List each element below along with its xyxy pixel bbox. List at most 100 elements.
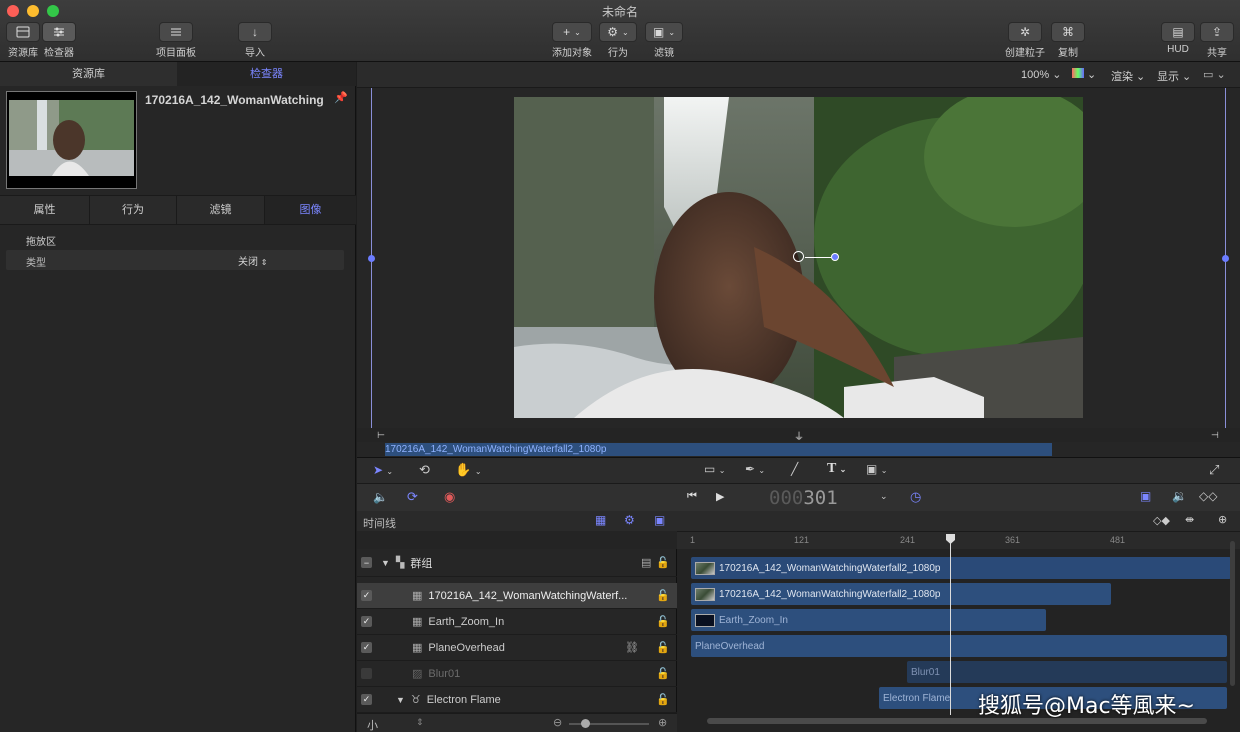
lock-icon[interactable]: 🔓 (656, 615, 670, 628)
hand-icon: ✋ (455, 462, 472, 477)
tab-inspector[interactable]: 检查器 (177, 62, 356, 86)
audio-toggle[interactable]: 🔈 (373, 490, 388, 504)
gear-icon: ⚙ ⌄ (599, 22, 637, 42)
clip-bar[interactable]: 170216A_142_WomanWatchingWaterfall2_1080… (691, 557, 1231, 579)
out-point-marker[interactable]: ⊣ (1211, 430, 1219, 441)
zoom-magnifier-icon[interactable]: ⊕ (1218, 513, 1227, 526)
disclosure-triangle-icon[interactable]: ▼ (396, 695, 405, 705)
mini-timeline-ruler[interactable]: ⊢ ⏚ ⊣ (357, 428, 1240, 443)
keyframe-editor-toggle[interactable]: ◇◇ (1199, 489, 1217, 503)
group-stack-icon: ▤ (641, 557, 652, 569)
lock-icon[interactable]: 🔓 (656, 556, 670, 569)
loop-toggle[interactable]: ⟳ (407, 489, 418, 505)
group-row[interactable]: − ▼ ▚ 群组 ▤ 🔓 (357, 549, 677, 577)
playhead-marker[interactable]: ⏚ (794, 428, 804, 443)
clip-bar[interactable]: Blur01 (907, 661, 1227, 683)
layer-checkbox[interactable]: ✓ (361, 590, 372, 601)
timeline-ruler[interactable]: 1 121 241 361 481 (677, 531, 1240, 549)
library-button[interactable]: 资源库 (6, 22, 40, 59)
snap-icon[interactable]: ⇼ (1185, 513, 1194, 526)
zoom-out-icon[interactable]: ⊖ (553, 716, 562, 729)
group-checkbox[interactable]: − (361, 557, 372, 568)
layer-row[interactable]: ✓ ▦ PlaneOverhead ⛓ 🔓 (357, 635, 677, 661)
keyframe-nav-icon[interactable]: ◇◆ (1153, 514, 1170, 527)
mask-tool[interactable]: ▣ ⌄ (866, 462, 887, 476)
replicate-button[interactable]: ⌘ 复制 (1051, 22, 1085, 59)
timecode-format-popup[interactable]: ⌄ (880, 491, 888, 502)
layers-footer: 小 ⇕ ⊖ ⊕ (357, 713, 677, 732)
disclosure-triangle-icon[interactable]: ▼ (381, 558, 390, 568)
play-button[interactable]: ▶ (716, 490, 724, 503)
canvas-handle-left[interactable] (368, 255, 375, 262)
show-filters-toggle[interactable]: ▣ (654, 513, 665, 527)
layer-row[interactable]: ▨ Blur01 🔓 (357, 661, 677, 687)
rectangle-tool[interactable]: ▭ ⌄ (704, 462, 725, 476)
in-point-marker[interactable]: ⊢ (377, 430, 385, 441)
tab-properties[interactable]: 属性 (0, 196, 90, 224)
tab-library[interactable]: 资源库 (0, 62, 177, 86)
add-object-button[interactable]: + ⌄ 添加对象 (552, 22, 592, 59)
timing-button[interactable]: ◷ (910, 489, 921, 505)
type-popup[interactable]: 关闭 ⇕ (238, 253, 267, 268)
adjust-3d-tool[interactable]: ⟲ (419, 462, 430, 478)
lock-icon[interactable]: 🔓 (656, 589, 670, 602)
go-to-start-button[interactable]: ⏮ (687, 490, 697, 503)
layer-name: Blur01 (428, 667, 461, 680)
emitter-icon: ♉ (410, 694, 421, 706)
text-tool[interactable]: T ⌄ (827, 461, 846, 477)
select-transform-tool[interactable]: ➤ ⌄ (373, 463, 393, 477)
zoom-slider-knob[interactable] (581, 719, 590, 728)
render-popup[interactable]: 渲染 ⌄ (1111, 68, 1145, 84)
audio-timeline-toggle[interactable]: 🔉 (1172, 489, 1187, 503)
clip-bar[interactable]: PlaneOverhead (691, 635, 1227, 657)
clip-bar[interactable]: 170216A_142_WomanWatchingWaterfall2_1080… (691, 583, 1111, 605)
anchor-point-handle[interactable] (793, 251, 804, 262)
lock-icon[interactable]: 🔓 (656, 667, 670, 680)
project-panel-button[interactable]: 项目面板 (156, 22, 196, 59)
pin-icon[interactable]: 📌 (334, 91, 348, 104)
lock-icon[interactable]: 🔓 (656, 641, 670, 654)
tab-image[interactable]: 图像 (265, 196, 356, 224)
canvas-handle-right[interactable] (1222, 255, 1229, 262)
vertical-scrollbar[interactable] (1230, 541, 1235, 686)
color-channel-popup[interactable]: ⌄ (1072, 68, 1096, 81)
tab-behaviors[interactable]: 行为 (90, 196, 177, 224)
loop-icon: ⟳ (407, 489, 418, 504)
share-button[interactable]: ⇪ 共享 (1200, 22, 1234, 59)
layer-checkbox[interactable]: ✓ (361, 616, 372, 627)
filter-button[interactable]: ▣ ⌄ 滤镜 (645, 22, 683, 59)
mini-timeline-clip-bar[interactable]: 170216A_142_WomanWatchingWaterfall2_1080… (385, 443, 1052, 456)
rotation-handle[interactable] (831, 253, 839, 261)
fullscreen-button[interactable]: ⤢ (1209, 462, 1219, 478)
create-particle-button[interactable]: ✲ 创建粒子 (1005, 22, 1045, 59)
hud-button[interactable]: ▤ HUD (1161, 22, 1195, 55)
timeline-toggle[interactable]: ▣ (1140, 489, 1151, 503)
display-popup[interactable]: 显示 ⌄ (1157, 68, 1191, 84)
behavior-button[interactable]: ⚙ ⌄ 行为 (599, 22, 637, 59)
row-size-popup[interactable]: 小 (367, 717, 378, 732)
import-button[interactable]: ↓ 导入 (238, 22, 272, 59)
tab-filters[interactable]: 滤镜 (177, 196, 265, 224)
pan-tool[interactable]: ✋ ⌄ (455, 462, 482, 478)
show-masks-toggle[interactable]: ▦ (595, 513, 606, 527)
layer-checkbox[interactable]: ✓ (361, 642, 372, 653)
lock-icon[interactable]: 🔓 (656, 693, 670, 706)
video-frame[interactable] (514, 97, 1083, 418)
clip-bar[interactable]: Earth_Zoom_In (691, 609, 1046, 631)
layer-row[interactable]: ✓ ▦ 170216A_142_WomanWatchingWaterf... 🔓 (357, 583, 677, 609)
layer-row[interactable]: ✓ ▦ Earth_Zoom_In 🔓 (357, 609, 677, 635)
zoom-popup[interactable]: 100% ⌄ (1021, 68, 1061, 81)
layer-checkbox[interactable]: ✓ (361, 694, 372, 705)
inspector-button[interactable]: 检查器 (42, 22, 76, 59)
layer-row[interactable]: ✓ ▼ ♉ Electron Flame 🔓 (357, 687, 677, 713)
paint-stroke-tool[interactable]: ╱ (791, 462, 798, 476)
brush-icon: ╱ (791, 462, 799, 476)
timecode-display[interactable]: 000301 (769, 487, 838, 509)
zoom-in-icon[interactable]: ⊕ (658, 716, 667, 729)
layer-checkbox[interactable] (361, 668, 372, 679)
show-behaviors-toggle[interactable]: ⚙ (624, 513, 635, 527)
view-layout-popup[interactable]: ▭ ⌄ (1203, 68, 1226, 81)
record-button[interactable]: ◉ (444, 489, 455, 505)
bezier-tool[interactable]: ✒ ⌄ (745, 462, 765, 476)
view-layout-icon: ▭ (1203, 69, 1214, 81)
